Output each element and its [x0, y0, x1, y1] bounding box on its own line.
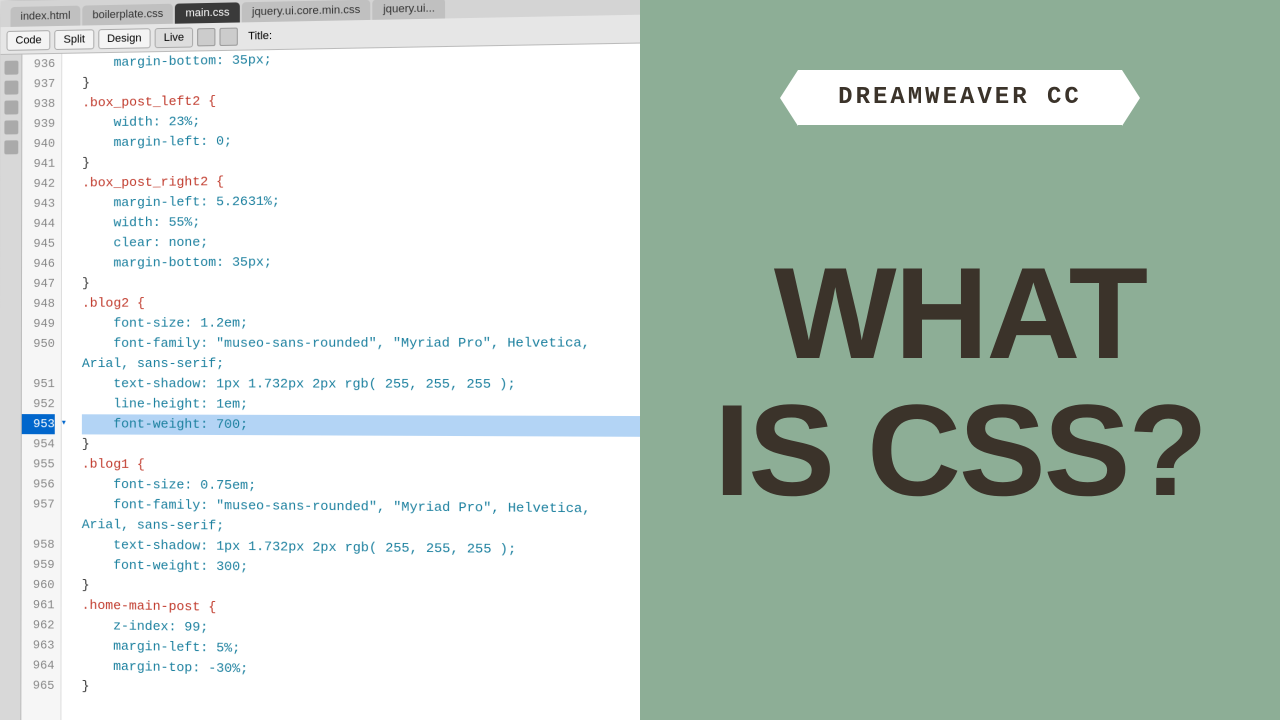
code-tool-strip: [0, 55, 22, 720]
globe-icon[interactable]: [220, 27, 238, 45]
code-view-button[interactable]: Code: [7, 30, 51, 51]
code-line[interactable]: margin-bottom: 35px;: [82, 250, 640, 274]
code-line[interactable]: Arial, sans-serif;: [82, 354, 640, 375]
code-line[interactable]: line-height: 1em;: [82, 394, 640, 416]
file-tab[interactable]: jquery.ui.core.min.css: [242, 0, 371, 22]
tool-icon[interactable]: [4, 61, 18, 75]
design-view-button[interactable]: Design: [98, 28, 151, 49]
dreamweaver-window: index.htmlboilerplate.cssmain.cssjquery.…: [0, 0, 640, 720]
title-label: Title:: [248, 29, 272, 42]
title-card: DREAMWEAVER CC WHAT IS CSS?: [640, 0, 1280, 720]
inspect-icon[interactable]: [197, 27, 215, 45]
code-editor[interactable]: 9369379389399409419429439449459469479489…: [0, 43, 640, 720]
headline-line-2: IS CSS?: [714, 382, 1206, 519]
file-tab[interactable]: index.html: [11, 6, 81, 27]
code-line[interactable]: .blog2 {: [82, 292, 640, 314]
tool-icon[interactable]: [4, 120, 18, 134]
file-tab[interactable]: main.css: [175, 2, 239, 23]
live-view-button[interactable]: Live: [155, 27, 194, 48]
tool-icon[interactable]: [4, 100, 18, 114]
headline-line-1: WHAT: [714, 245, 1206, 382]
code-line[interactable]: font-size: 1.2em;: [82, 312, 640, 334]
banner-text: DREAMWEAVER CC: [838, 84, 1082, 111]
code-line[interactable]: font-weight: 700;: [82, 414, 640, 437]
code-line[interactable]: font-family: "museo-sans-rounded", "Myri…: [82, 333, 640, 354]
code-line[interactable]: }: [82, 271, 640, 294]
headline: WHAT IS CSS?: [714, 245, 1206, 518]
tool-icon[interactable]: [4, 81, 18, 95]
line-number-gutter: 9369379389399409419429439449459469479489…: [21, 54, 62, 720]
split-view-button[interactable]: Split: [55, 29, 94, 50]
editor-panel: index.htmlboilerplate.cssmain.cssjquery.…: [0, 0, 640, 720]
file-tab[interactable]: jquery.ui...: [373, 0, 446, 20]
code-line[interactable]: text-shadow: 1px 1.732px 2px rgb( 255, 2…: [82, 374, 640, 395]
banner-ribbon: DREAMWEAVER CC: [798, 70, 1122, 125]
file-tab[interactable]: boilerplate.css: [82, 4, 173, 26]
code-content[interactable]: margin-bottom: 35px;}.box_post_left2 { w…: [61, 43, 640, 720]
tool-icon[interactable]: [4, 140, 18, 154]
